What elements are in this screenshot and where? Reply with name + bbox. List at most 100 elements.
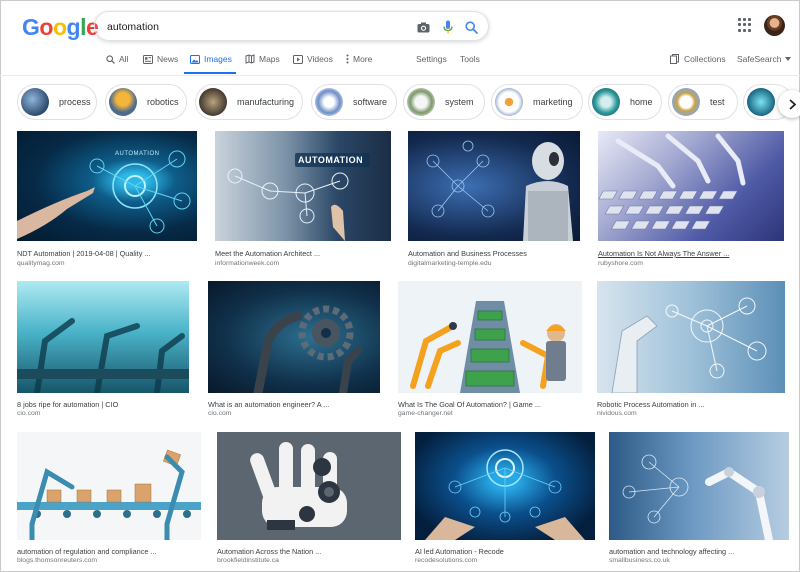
image-result[interactable]: AUTOMATION NDT Automation | 2019-04-08 |… [17, 131, 197, 271]
result-image[interactable] [598, 131, 784, 241]
chip-robotics[interactable]: robotics [105, 84, 187, 120]
result-image[interactable] [17, 432, 201, 540]
camera-icon[interactable] [415, 19, 431, 35]
chip-manufacturing[interactable]: manufacturing [195, 84, 303, 120]
more-vert-icon [346, 54, 349, 64]
result-title[interactable]: AI led Automation - Recode [415, 547, 595, 556]
search-box [94, 11, 489, 41]
result-source[interactable]: game-changer.net [398, 410, 453, 417]
tab-videos-label: Videos [307, 54, 333, 64]
result-source[interactable]: brookfieldinstitute.ca [217, 557, 279, 564]
result-title[interactable]: Automation and Business Processes [408, 249, 580, 258]
image-result[interactable]: 8 jobs ripe for automation | CIO cio.com [17, 281, 189, 421]
collections-link[interactable]: Collections [670, 54, 726, 64]
result-image[interactable] [597, 281, 785, 393]
result-image[interactable] [408, 131, 580, 241]
image-result[interactable]: AI led Automation - Recode recodesolutio… [415, 432, 595, 572]
avatar[interactable] [764, 15, 785, 36]
tab-settings-label: Settings [416, 54, 447, 64]
chip-test[interactable]: test [668, 84, 738, 120]
chevron-right-icon [788, 98, 796, 110]
result-source[interactable]: cio.com [17, 410, 40, 417]
chip-system[interactable]: system [403, 84, 485, 120]
safesearch-label: SafeSearch [737, 54, 782, 64]
result-source[interactable]: blogs.thomsonreuters.com [17, 557, 97, 564]
result-source[interactable]: digitalmarketing-temple.edu [408, 260, 492, 267]
result-title[interactable]: Robotic Process Automation in ... [597, 400, 785, 409]
tab-more-label: More [353, 54, 373, 64]
related-chips: process robotics manufacturing software … [0, 84, 800, 124]
search-icon[interactable] [463, 19, 479, 35]
chip-label: test [710, 97, 725, 107]
apps-grid-icon[interactable] [738, 18, 752, 32]
tab-news[interactable]: News [143, 54, 178, 64]
chips-next-button[interactable] [778, 90, 800, 118]
tab-videos[interactable]: Videos [293, 54, 333, 64]
image-result[interactable]: What is an automation engineer? A ... ci… [208, 281, 380, 421]
result-title[interactable]: automation of regulation and compliance … [17, 547, 201, 556]
result-title[interactable]: 8 jobs ripe for automation | CIO [17, 400, 189, 409]
chip-label: home [630, 97, 653, 107]
image-result[interactable]: Automation and Business Processes digita… [408, 131, 580, 271]
result-source[interactable]: nividous.com [597, 410, 637, 417]
image-caption: AUTOMATION [298, 155, 364, 165]
search-input[interactable] [107, 18, 407, 36]
image-result[interactable]: AUTOMATION Meet the Automation Architect… [215, 131, 391, 271]
tab-images-label: Images [204, 54, 232, 64]
chip-thumbnail [407, 88, 435, 116]
chip-thumbnail [109, 88, 137, 116]
chip-home[interactable]: home [588, 84, 662, 120]
image-result[interactable]: Automation Across the Nation ... brookfi… [217, 432, 401, 572]
safesearch-toggle[interactable]: SafeSearch [737, 54, 792, 64]
chip-thumbnail [747, 88, 775, 116]
tabs-divider [0, 75, 800, 76]
image-result[interactable]: What Is The Goal Of Automation? | Game .… [398, 281, 582, 421]
result-title[interactable]: What Is The Goal Of Automation? | Game .… [398, 400, 582, 409]
chip-label: software [353, 97, 388, 107]
result-title[interactable]: Automation Across the Nation ... [217, 547, 401, 556]
tab-more[interactable]: More [346, 54, 372, 64]
result-image[interactable] [609, 432, 789, 540]
tab-news-label: News [157, 54, 179, 64]
result-source[interactable]: cio.com [208, 410, 231, 417]
result-image[interactable] [415, 432, 595, 540]
tab-maps[interactable]: Maps [245, 54, 280, 64]
tab-settings[interactable]: Settings [416, 54, 447, 64]
mic-icon[interactable] [440, 19, 456, 35]
result-title[interactable]: automation and technology affecting ... [609, 547, 789, 556]
tab-tools-label: Tools [460, 54, 480, 64]
result-image[interactable] [217, 432, 401, 540]
result-image[interactable] [208, 281, 380, 393]
result-source[interactable]: rubyshore.com [598, 260, 643, 267]
result-title[interactable]: Meet the Automation Architect ... [215, 249, 391, 258]
tab-images[interactable]: Images [190, 54, 232, 64]
tab-tools[interactable]: Tools [460, 54, 480, 64]
result-title[interactable]: What is an automation engineer? A ... [208, 400, 380, 409]
chip-thumbnail [315, 88, 343, 116]
result-image[interactable]: AUTOMATION [17, 131, 197, 241]
image-result[interactable]: automation of regulation and compliance … [17, 432, 201, 572]
chip-software[interactable]: software [311, 84, 397, 120]
result-title[interactable]: Automation Is Not Always The Answer ... [598, 249, 784, 258]
map-icon [245, 54, 255, 64]
chip-thumbnail [199, 88, 227, 116]
result-image[interactable] [398, 281, 582, 393]
result-source[interactable]: informationweek.com [215, 260, 279, 267]
result-source[interactable]: smallbusiness.co.uk [609, 557, 670, 564]
chip-process[interactable]: process [17, 84, 97, 120]
news-icon [143, 54, 153, 64]
chip-thumbnail [21, 88, 49, 116]
result-title[interactable]: NDT Automation | 2019-04-08 | Quality ..… [17, 249, 197, 258]
image-result[interactable]: Automation Is Not Always The Answer ... … [598, 131, 784, 271]
result-image[interactable]: AUTOMATION [215, 131, 391, 241]
image-result[interactable]: automation and technology affecting ... … [609, 432, 789, 572]
result-source[interactable]: qualitymag.com [17, 260, 65, 267]
google-logo[interactable]: Google [22, 14, 99, 41]
result-source[interactable]: recodesolutions.com [415, 557, 477, 564]
chip-marketing[interactable]: marketing [491, 84, 583, 120]
image-caption: AUTOMATION [115, 151, 160, 157]
tab-all[interactable]: All [106, 54, 128, 64]
image-result[interactable]: Robotic Process Automation in ... nivido… [597, 281, 785, 421]
chip-label: manufacturing [237, 97, 295, 107]
result-image[interactable] [17, 281, 189, 393]
